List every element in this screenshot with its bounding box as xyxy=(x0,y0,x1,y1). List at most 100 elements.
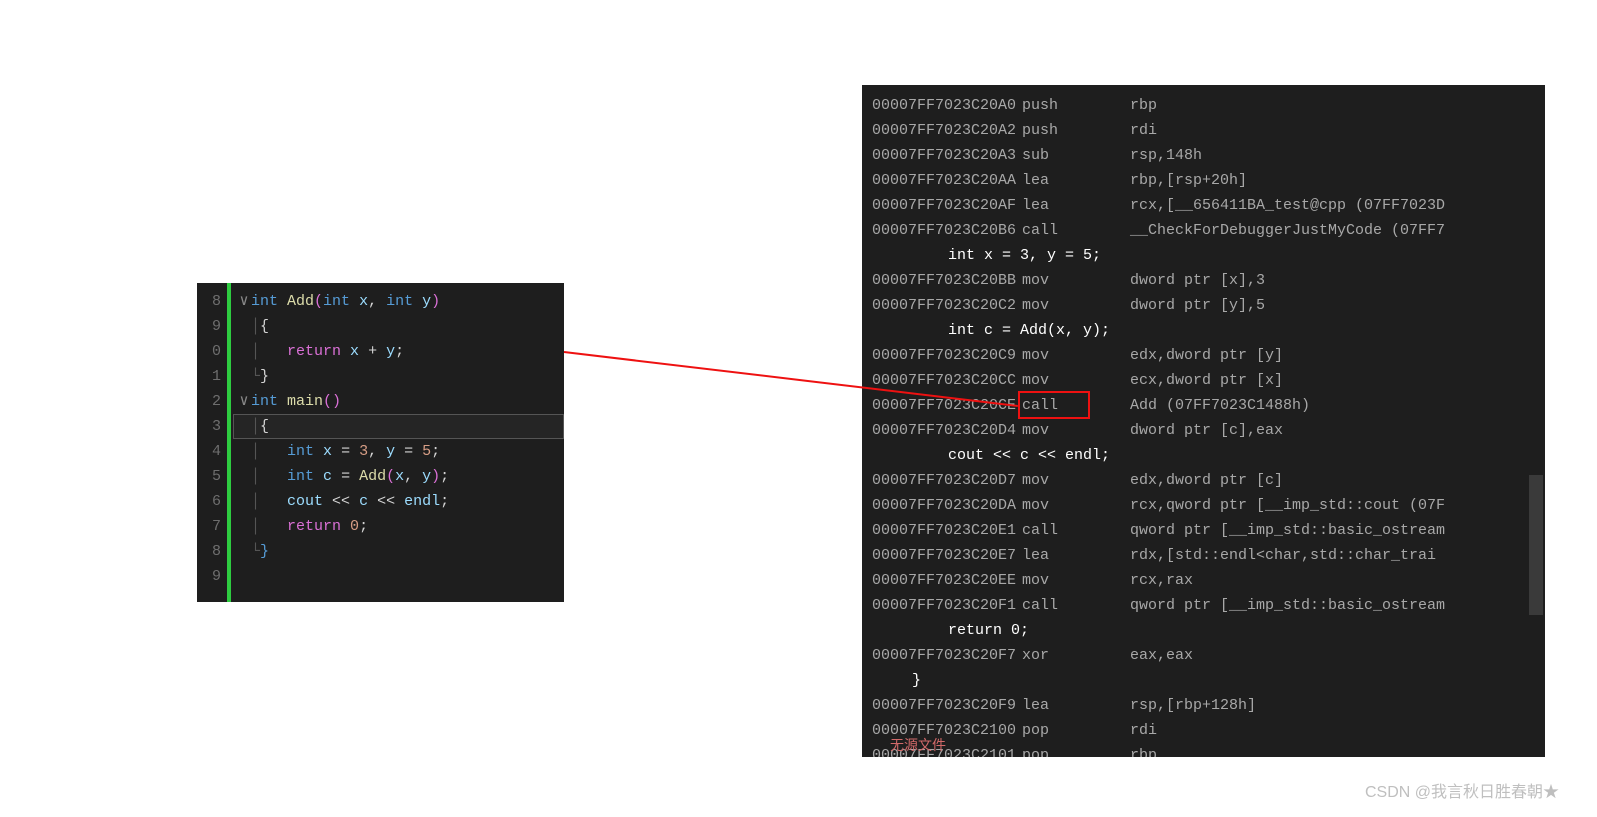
fold-toggle-icon xyxy=(237,439,251,464)
scrollbar-thumb[interactable] xyxy=(1529,475,1543,615)
source-editor-panel[interactable]: 890123456789 ∨int Add(int x, int y) │{ │… xyxy=(197,283,564,602)
disasm-instruction[interactable]: 00007FF7023C20BBmovdword ptr [x],3 xyxy=(872,268,1535,293)
operands: __CheckForDebuggerJustMyCode (07FF7 xyxy=(1130,222,1445,239)
source-code-area[interactable]: ∨int Add(int x, int y) │{ │ return x + y… xyxy=(237,289,564,589)
source-line[interactable]: │ int x = 3, y = 5; xyxy=(237,439,564,464)
disasm-instruction[interactable]: 00007FF7023C20F7xoreax,eax xyxy=(872,643,1535,668)
mnemonic: call xyxy=(1022,518,1130,543)
fold-toggle-icon xyxy=(237,514,251,539)
disasm-instruction[interactable]: 00007FF7023C2101poprbp xyxy=(872,743,1535,757)
operands: qword ptr [__imp_std::basic_ostream xyxy=(1130,597,1445,614)
instruction-address: 00007FF7023C20AA xyxy=(872,168,1022,193)
disassembly-panel[interactable]: 00007FF7023C20A0pushrbp00007FF7023C20A2p… xyxy=(862,85,1545,757)
line-number: 3 xyxy=(197,414,227,439)
source-line[interactable]: └} xyxy=(237,539,564,564)
fold-toggle-icon[interactable]: ∨ xyxy=(237,289,251,314)
mnemonic: call xyxy=(1022,218,1130,243)
operands: ecx,dword ptr [x] xyxy=(1130,372,1283,389)
disasm-instruction[interactable]: 00007FF7023C20C9movedx,dword ptr [y] xyxy=(872,343,1535,368)
operands: rcx,qword ptr [__imp_std::cout (07F xyxy=(1130,497,1445,514)
operands: rcx,rax xyxy=(1130,572,1193,589)
fold-toggle-icon xyxy=(237,489,251,514)
line-number-gutter: 890123456789 xyxy=(197,283,227,602)
fold-toggle-icon[interactable]: ∨ xyxy=(237,389,251,414)
instruction-address: 00007FF7023C20CC xyxy=(872,368,1022,393)
fold-toggle-icon xyxy=(237,464,251,489)
mnemonic: call xyxy=(1022,593,1130,618)
disasm-instruction[interactable]: 00007FF7023C20F1callqword ptr [__imp_std… xyxy=(872,593,1535,618)
disasm-instruction[interactable]: 00007FF7023C20C2movdword ptr [y],5 xyxy=(872,293,1535,318)
disasm-source-line[interactable]: int c = Add(x, y); xyxy=(872,318,1535,343)
instruction-address: 00007FF7023C20A3 xyxy=(872,143,1022,168)
source-line[interactable]: └} xyxy=(237,364,564,389)
disasm-source-line[interactable]: } xyxy=(872,668,1535,693)
mnemonic: mov xyxy=(1022,493,1130,518)
mnemonic: push xyxy=(1022,93,1130,118)
disasm-source-line[interactable]: cout << c << endl; xyxy=(872,443,1535,468)
operands: Add (07FF7023C1488h) xyxy=(1130,397,1310,414)
operands: rcx,[__656411BA_test@cpp (07FF7023D xyxy=(1130,197,1445,214)
operands: dword ptr [x],3 xyxy=(1130,272,1265,289)
instruction-address: 00007FF7023C20C2 xyxy=(872,293,1022,318)
instruction-address: 00007FF7023C20B6 xyxy=(872,218,1022,243)
mnemonic: lea xyxy=(1022,193,1130,218)
disasm-instruction[interactable]: 00007FF7023C20A2pushrdi xyxy=(872,118,1535,143)
disasm-instruction[interactable]: 00007FF7023C20CEcallAdd (07FF7023C1488h) xyxy=(872,393,1535,418)
mnemonic: xor xyxy=(1022,643,1130,668)
disasm-source-line[interactable]: return 0; xyxy=(872,618,1535,643)
call-instruction-highlight-box xyxy=(1018,391,1090,419)
disasm-instruction[interactable]: 00007FF7023C20EEmovrcx,rax xyxy=(872,568,1535,593)
disasm-instruction[interactable]: 00007FF7023C20DAmovrcx,qword ptr [__imp_… xyxy=(872,493,1535,518)
operands: qword ptr [__imp_std::basic_ostream xyxy=(1130,522,1445,539)
line-number: 6 xyxy=(197,489,227,514)
mnemonic: mov xyxy=(1022,343,1130,368)
mnemonic: pop xyxy=(1022,718,1130,743)
disasm-instruction[interactable]: 00007FF7023C20D4movdword ptr [c],eax xyxy=(872,418,1535,443)
line-number: 9 xyxy=(197,564,227,589)
source-line[interactable]: ∨int Add(int x, int y) xyxy=(237,289,564,314)
instruction-address: 00007FF7023C20F7 xyxy=(872,643,1022,668)
mnemonic: lea xyxy=(1022,543,1130,568)
source-line[interactable]: │ return x + y; xyxy=(237,339,564,364)
disasm-instruction[interactable]: 00007FF7023C20AFlearcx,[__656411BA_test@… xyxy=(872,193,1535,218)
source-line[interactable]: ∨int main() xyxy=(237,389,564,414)
disasm-instruction[interactable]: 00007FF7023C2100poprdi xyxy=(872,718,1535,743)
source-line[interactable]: │ cout << c << endl; xyxy=(237,489,564,514)
source-line[interactable]: │ return 0; xyxy=(237,514,564,539)
mnemonic: lea xyxy=(1022,168,1130,193)
disasm-instruction[interactable]: 00007FF7023C20E1callqword ptr [__imp_std… xyxy=(872,518,1535,543)
instruction-address: 00007FF7023C20A2 xyxy=(872,118,1022,143)
operands: dword ptr [c],eax xyxy=(1130,422,1283,439)
operands: rsp,148h xyxy=(1130,147,1202,164)
operands: eax,eax xyxy=(1130,647,1193,664)
source-line[interactable]: │ int c = Add(x, y); xyxy=(237,464,564,489)
source-line[interactable]: │{ xyxy=(237,314,564,339)
instruction-address: 00007FF7023C20A0 xyxy=(872,93,1022,118)
instruction-address: 00007FF7023C20AF xyxy=(872,193,1022,218)
mnemonic: mov xyxy=(1022,368,1130,393)
mnemonic: mov xyxy=(1022,568,1130,593)
operands: rdi xyxy=(1130,722,1157,739)
fold-toggle-icon xyxy=(237,414,251,439)
disasm-instruction[interactable]: 00007FF7023C20A3subrsp,148h xyxy=(872,143,1535,168)
disasm-instruction[interactable]: 00007FF7023C20E7leardx,[std::endl<char,s… xyxy=(872,543,1535,568)
disasm-instruction[interactable]: 00007FF7023C20AAlearbp,[rsp+20h] xyxy=(872,168,1535,193)
disasm-source-line[interactable]: int x = 3, y = 5; xyxy=(872,243,1535,268)
fold-toggle-icon xyxy=(237,539,251,564)
mnemonic: lea xyxy=(1022,693,1130,718)
disasm-instruction[interactable]: 00007FF7023C20F9learsp,[rbp+128h] xyxy=(872,693,1535,718)
disasm-instruction[interactable]: 00007FF7023C20D7movedx,dword ptr [c] xyxy=(872,468,1535,493)
line-number: 9 xyxy=(197,314,227,339)
operands: rbp xyxy=(1130,747,1157,757)
source-line[interactable]: │{ xyxy=(237,414,564,439)
operands: edx,dword ptr [c] xyxy=(1130,472,1283,489)
disasm-instruction[interactable]: 00007FF7023C20A0pushrbp xyxy=(872,93,1535,118)
line-number: 8 xyxy=(197,289,227,314)
mnemonic: mov xyxy=(1022,293,1130,318)
disasm-instruction[interactable]: 00007FF7023C20CCmovecx,dword ptr [x] xyxy=(872,368,1535,393)
instruction-address: 00007FF7023C20D4 xyxy=(872,418,1022,443)
line-number: 5 xyxy=(197,464,227,489)
disasm-instruction[interactable]: 00007FF7023C20B6call__CheckForDebuggerJu… xyxy=(872,218,1535,243)
source-line[interactable] xyxy=(237,564,564,589)
disassembly-listing[interactable]: 00007FF7023C20A0pushrbp00007FF7023C20A2p… xyxy=(872,93,1535,757)
